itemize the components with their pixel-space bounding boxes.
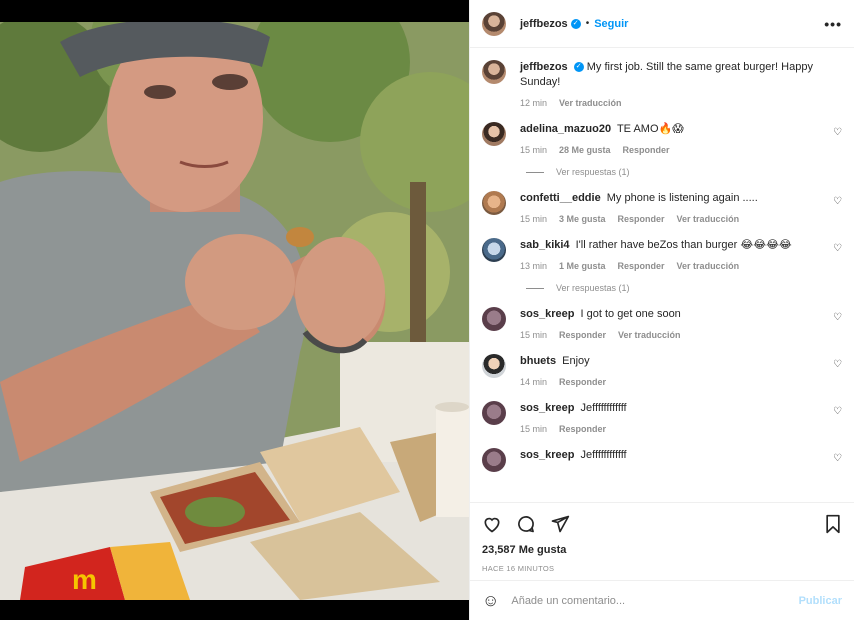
- comment-likes[interactable]: 3 Me gusta: [559, 214, 606, 224]
- view-replies-link[interactable]: Ver respuestas (1): [526, 167, 842, 177]
- translate-link[interactable]: Ver traducción: [677, 261, 740, 271]
- publish-button[interactable]: Publicar: [799, 595, 842, 607]
- post-actions: [470, 502, 854, 544]
- comment-time: 15 min: [520, 424, 548, 434]
- reply-link[interactable]: Responder: [618, 261, 665, 271]
- comment-text: Enjoy: [562, 355, 590, 367]
- more-options-icon[interactable]: •••: [824, 16, 842, 32]
- small-heart-icon[interactable]: ♡: [833, 312, 842, 323]
- caption: jeffbezos ✓ My first job. Still the same …: [482, 60, 842, 108]
- svg-text:m: m: [72, 564, 97, 595]
- add-comment-bar: ☺ Añade un comentario... Publicar: [470, 580, 854, 620]
- view-replies-label[interactable]: Ver respuestas (1): [556, 167, 630, 177]
- small-heart-icon[interactable]: ♡: [833, 127, 842, 138]
- follow-button[interactable]: Seguir: [594, 18, 628, 30]
- comment-time: 15 min: [520, 214, 548, 224]
- comment-input[interactable]: Añade un comentario...: [511, 595, 798, 607]
- comment-text: I'll rather have beZos than burger 😂😂😂😂: [575, 239, 792, 251]
- post-timestamp: HACE 16 MINUTOS: [482, 564, 555, 573]
- comment-icon[interactable]: [516, 514, 536, 534]
- small-heart-icon[interactable]: ♡: [833, 359, 842, 370]
- comment-username[interactable]: sab_kiki4: [520, 239, 570, 251]
- translate-link[interactable]: Ver traducción: [618, 330, 681, 340]
- verified-badge-icon: ✓: [570, 18, 581, 29]
- comment-text: I got to get one soon: [580, 308, 681, 320]
- replies-line: [526, 287, 544, 289]
- comment-text: Jeffffffffffff: [580, 449, 627, 461]
- view-replies-label[interactable]: Ver respuestas (1): [556, 283, 630, 293]
- small-heart-icon[interactable]: ♡: [833, 406, 842, 417]
- emoji-icon[interactable]: ☺: [482, 591, 499, 611]
- verified-badge-icon: ✓: [573, 62, 584, 73]
- caption-author[interactable]: jeffbezos: [520, 61, 568, 73]
- caption-time: 12 min: [520, 98, 548, 108]
- post-photo[interactable]: m: [0, 22, 469, 600]
- reply-link[interactable]: Responder: [559, 330, 606, 340]
- share-icon[interactable]: [550, 514, 570, 534]
- comment-item: sos_kreep Jeffffffffffff ♡: [482, 448, 842, 472]
- comment-item: sab_kiki4 I'll rather have beZos than bu…: [482, 238, 842, 271]
- post-side-panel: jeffbezos ✓ • Seguir ••• jeffbezos ✓ My f…: [469, 0, 854, 620]
- comment-username[interactable]: sos_kreep: [520, 308, 574, 320]
- comment-text: Jeffffffffffff: [580, 402, 627, 414]
- reply-link[interactable]: Responder: [623, 145, 670, 155]
- comment-item: adelina_mazuo20 TE AMO🔥😱 15 min 28 Me gu…: [482, 122, 842, 155]
- comment-time: 13 min: [520, 261, 548, 271]
- heart-icon[interactable]: [482, 514, 502, 534]
- separator-dot: •: [585, 18, 590, 29]
- reply-link[interactable]: Responder: [559, 424, 606, 434]
- comments-list[interactable]: jeffbezos ✓ My first job. Still the same …: [470, 48, 854, 502]
- comment-time: 14 min: [520, 377, 548, 387]
- comment-item: sos_kreep I got to get one soon 15 min R…: [482, 307, 842, 340]
- comment-username[interactable]: confetti__eddie: [520, 192, 601, 204]
- instagram-post-modal: m jeffbezos ✓ • Seguir ••• jeffbezos ✓ My…: [0, 0, 854, 620]
- comment-item: sos_kreep Jeffffffffffff 15 min Responde…: [482, 401, 842, 434]
- replies-line: [526, 171, 544, 173]
- reply-link[interactable]: Responder: [559, 377, 606, 387]
- small-heart-icon[interactable]: ♡: [833, 196, 842, 207]
- comment-avatar[interactable]: [482, 354, 506, 378]
- caption-author-avatar[interactable]: [482, 60, 506, 84]
- caption-translate-link[interactable]: Ver traducción: [559, 98, 622, 108]
- comment-avatar[interactable]: [482, 238, 506, 262]
- comment-item: bhuets Enjoy 14 min Responder ♡: [482, 354, 842, 387]
- reply-link[interactable]: Responder: [618, 214, 665, 224]
- comment-text: TE AMO🔥😱: [616, 123, 684, 135]
- author-username[interactable]: jeffbezos: [520, 18, 568, 30]
- view-replies-link[interactable]: Ver respuestas (1): [526, 283, 842, 293]
- comment-avatar[interactable]: [482, 122, 506, 146]
- small-heart-icon[interactable]: ♡: [833, 453, 842, 464]
- comment-username[interactable]: adelina_mazuo20: [520, 123, 611, 135]
- comment-username[interactable]: sos_kreep: [520, 449, 574, 461]
- comment-time: 15 min: [520, 330, 548, 340]
- post-header: jeffbezos ✓ • Seguir •••: [470, 0, 854, 48]
- comment-likes[interactable]: 1 Me gusta: [559, 261, 606, 271]
- translate-link[interactable]: Ver traducción: [677, 214, 740, 224]
- comment-avatar[interactable]: [482, 401, 506, 425]
- post-photo-illustration: m: [0, 22, 469, 600]
- comment-time: 15 min: [520, 145, 548, 155]
- photo-pane: m: [0, 0, 469, 620]
- comment-item: confetti__eddie My phone is listening ag…: [482, 191, 842, 224]
- comment-avatar[interactable]: [482, 307, 506, 331]
- small-heart-icon[interactable]: ♡: [833, 243, 842, 254]
- comment-avatar[interactable]: [482, 191, 506, 215]
- comment-text: My phone is listening again .....: [606, 192, 758, 204]
- author-avatar[interactable]: [482, 11, 506, 36]
- comment-username[interactable]: sos_kreep: [520, 402, 574, 414]
- likes-count[interactable]: 23,587 Me gusta: [470, 544, 854, 562]
- comment-username[interactable]: bhuets: [520, 355, 556, 367]
- bookmark-icon[interactable]: [824, 514, 842, 534]
- comment-likes[interactable]: 28 Me gusta: [559, 145, 611, 155]
- comment-avatar[interactable]: [482, 448, 506, 472]
